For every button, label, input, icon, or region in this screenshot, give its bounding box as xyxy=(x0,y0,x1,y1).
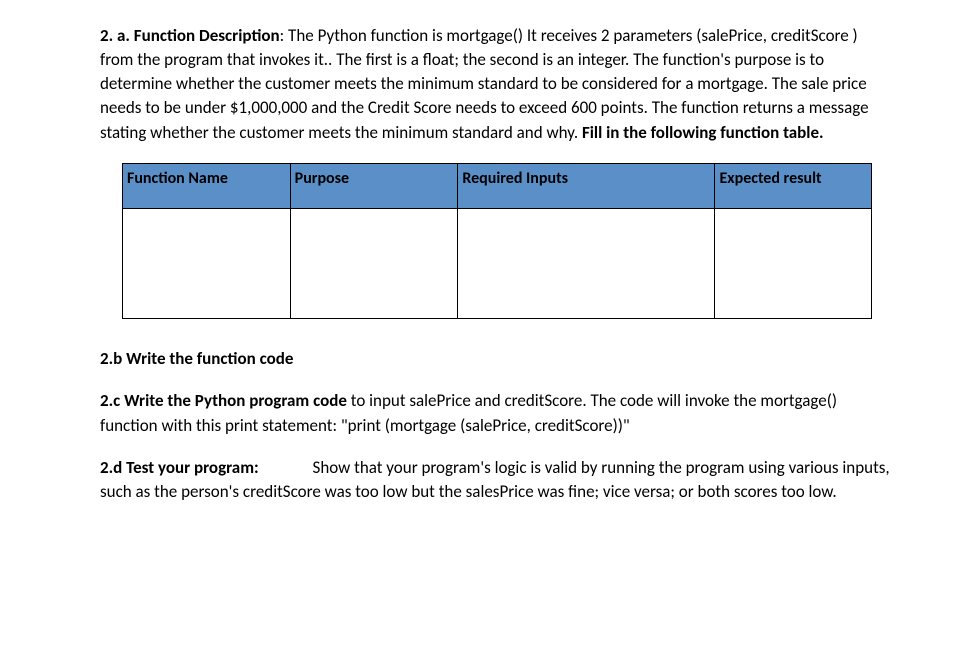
question-2a: 2. a. Function Description: The Python f… xyxy=(100,24,893,145)
question-2d: 2.d Test your program: Show that your pr… xyxy=(100,456,893,504)
function-table: Function Name Purpose Required Inputs Ex… xyxy=(122,163,872,320)
cell-function-name xyxy=(123,209,291,319)
th-purpose: Purpose xyxy=(290,163,458,209)
question-2c: 2.c Write the Python program code to inp… xyxy=(100,389,893,437)
th-expected-result: Expected result xyxy=(715,163,872,209)
table-header-row: Function Name Purpose Required Inputs Ex… xyxy=(123,163,872,209)
cell-expected-result xyxy=(715,209,872,319)
cell-required-inputs xyxy=(458,209,715,319)
th-function-name: Function Name xyxy=(123,163,291,209)
q2d-label: 2.d Test your program: xyxy=(100,457,259,478)
cell-purpose xyxy=(290,209,458,319)
q2b-label: 2.b Write the function code xyxy=(100,348,293,369)
question-2b: 2.b Write the function code xyxy=(100,347,893,371)
th-required-inputs: Required Inputs xyxy=(458,163,715,209)
q2a-label: 2. a. Function Description xyxy=(100,25,280,46)
table-row xyxy=(123,209,872,319)
q2a-bold-end: Fill in the following function table. xyxy=(582,122,824,143)
q2c-label: 2.c Write the Python program code xyxy=(100,390,347,411)
